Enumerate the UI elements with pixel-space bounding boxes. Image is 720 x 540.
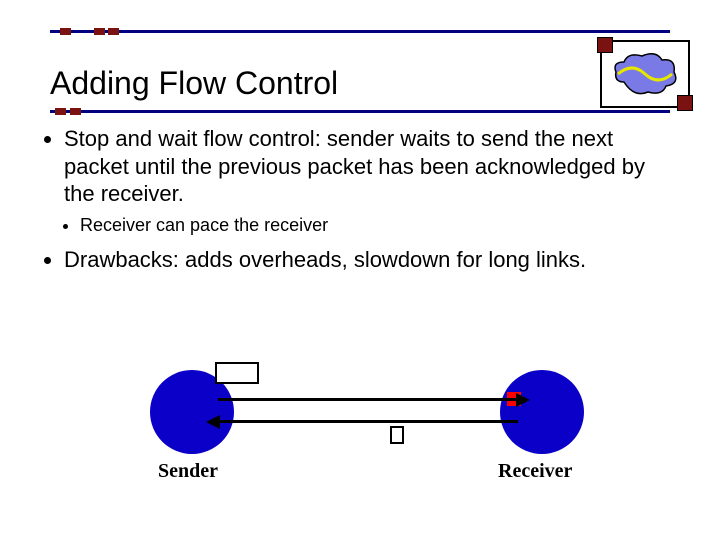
- top-accent: [108, 28, 119, 35]
- outgoing-packet-icon: [215, 362, 259, 384]
- bullet-sub-1: Receiver can pace the receiver: [80, 214, 680, 237]
- title-underline: [50, 110, 670, 113]
- logo-network-icon: [600, 40, 690, 108]
- title-accent: [70, 108, 81, 115]
- logo-corner-icon: [597, 37, 613, 53]
- top-rule: [50, 30, 670, 33]
- slide-title: Adding Flow Control: [50, 65, 338, 102]
- top-accent: [94, 28, 105, 35]
- forward-link-line: [218, 398, 518, 401]
- top-accent: [60, 28, 71, 35]
- logo-corner-icon: [677, 95, 693, 111]
- bullet-main-1: Stop and wait flow control: sender waits…: [64, 125, 680, 208]
- bullet-main-2: Drawbacks: adds overheads, slowdown for …: [64, 246, 680, 274]
- ack-link-line: [218, 420, 518, 423]
- receiver-label: Receiver: [498, 460, 572, 483]
- forward-arrowhead-icon: [516, 393, 530, 407]
- ack-packet-icon: [390, 426, 404, 444]
- cloud-icon: [612, 52, 678, 96]
- receiver-node-icon: [500, 370, 584, 454]
- bullet-list: Stop and wait flow control: sender waits…: [40, 125, 680, 280]
- flow-control-diagram: Sender Receiver: [120, 350, 600, 490]
- title-accent: [55, 108, 66, 115]
- sender-label: Sender: [158, 460, 218, 483]
- ack-arrowhead-icon: [206, 415, 220, 429]
